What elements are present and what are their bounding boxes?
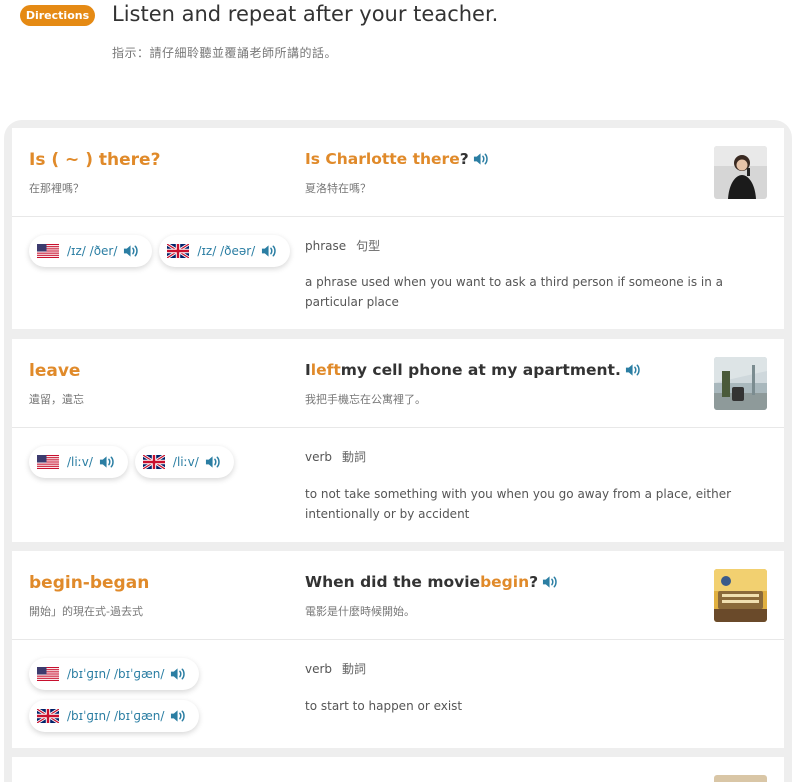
uk-pronunciation-button[interactable]: /bɪˈɡɪn/ /bɪˈɡæn/ xyxy=(29,700,200,732)
pos-chinese: 動詞 xyxy=(342,450,367,464)
sentence-text-end: my cell phone at my apartment. xyxy=(340,361,621,379)
us-flag-icon xyxy=(37,455,59,469)
sentence-text-end: ? xyxy=(459,150,469,168)
vocab-card: Is ( ~ ) there? 在那裡嗎？ Is Charlotte there… xyxy=(12,128,784,329)
pos-english: verb xyxy=(305,450,333,464)
vocab-word-translation: 遺留，遺忘 xyxy=(29,393,84,406)
vocab-word: begin-began xyxy=(29,573,150,593)
speaker-icon xyxy=(170,709,187,723)
vocab-word-translation: 在那裡嗎？ xyxy=(29,182,84,195)
part-of-speech: phrase 句型 xyxy=(305,237,380,254)
sentence-text-end: ? xyxy=(529,573,539,591)
uk-flag-icon xyxy=(143,455,165,469)
directions-title: Listen and repeat after your teacher. xyxy=(112,2,499,26)
example-image xyxy=(714,357,767,410)
us-pronunciation-button[interactable]: /ɪz/ /ðer/ xyxy=(29,235,153,267)
speaker-icon xyxy=(123,244,140,258)
us-pronunciation-button[interactable]: /bɪˈɡɪn/ /bɪˈɡæn/ xyxy=(29,658,200,690)
example-image xyxy=(714,775,767,782)
directions-subtitle: 指示：請仔細聆聽並覆誦老師所講的話。 xyxy=(112,46,338,60)
vocab-card: begin-began 開始」的現在式-過去式 When did the mov… xyxy=(12,551,784,748)
example-sentence: Is Charlotte there? xyxy=(305,150,490,168)
vocab-word-translation: 開始」的現在式-過去式 xyxy=(29,605,143,618)
us-flag-icon xyxy=(37,667,59,681)
uk-pronunciation: /ɪz/ /ðeər/ xyxy=(197,244,256,258)
sentence-text: When did the movie xyxy=(305,573,481,591)
sentence-translation: 電影是什麼時候開始。 xyxy=(305,605,415,618)
example-sentence: I left my cell phone at my apartment. xyxy=(305,361,642,379)
sentence-highlight: begin xyxy=(480,573,530,591)
speaker-icon xyxy=(261,244,278,258)
uk-flag-icon xyxy=(37,709,59,723)
speaker-icon[interactable] xyxy=(473,152,490,166)
us-pronunciation-button[interactable]: /liːv/ xyxy=(29,446,128,478)
vocab-word: leave xyxy=(29,361,81,381)
directions-header: Directions Listen and repeat after your … xyxy=(20,0,780,70)
uk-pronunciation-button[interactable]: /liːv/ xyxy=(134,446,234,478)
speaker-icon xyxy=(205,455,222,469)
sentence-highlight: left xyxy=(310,361,341,379)
directions-badge: Directions xyxy=(20,5,95,26)
pos-chinese: 句型 xyxy=(356,239,381,253)
us-pronunciation: /liːv/ xyxy=(67,455,93,469)
us-pronunciation: /ɪz/ /ðer/ xyxy=(67,244,118,258)
definition: to not take something with you when you … xyxy=(305,487,732,521)
vocab-card-partial xyxy=(12,757,784,782)
uk-pronunciation-button[interactable]: /ɪz/ /ðeər/ xyxy=(159,235,291,267)
sentence-translation: 我把手機忘在公寓裡了。 xyxy=(305,393,426,406)
uk-flag-icon xyxy=(167,244,189,258)
speaker-icon xyxy=(170,667,187,681)
us-pronunciation: /bɪˈɡɪn/ /bɪˈɡæn/ xyxy=(67,667,165,681)
speaker-icon[interactable] xyxy=(542,575,559,589)
sentence-translation: 夏洛特在嗎？ xyxy=(305,182,371,195)
example-sentence: When did the movie begin? xyxy=(305,573,559,591)
definition: to start to happen or exist xyxy=(305,699,463,713)
part-of-speech: verb 動詞 xyxy=(305,660,366,677)
example-image xyxy=(714,569,767,622)
pos-chinese: 動詞 xyxy=(342,662,367,676)
vocab-card: leave 遺留，遺忘 I left my cell phone at my a… xyxy=(12,339,784,542)
speaker-icon xyxy=(99,455,116,469)
pos-english: phrase xyxy=(305,239,347,253)
vocab-word: Is ( ~ ) there? xyxy=(29,150,161,170)
uk-pronunciation: /liːv/ xyxy=(172,455,199,469)
definition: a phrase used when you want to ask a thi… xyxy=(305,275,724,309)
sentence-text: Is Charlotte there xyxy=(305,150,460,168)
us-flag-icon xyxy=(37,244,59,258)
uk-pronunciation: /bɪˈɡɪn/ /bɪˈɡæn/ xyxy=(67,709,165,723)
example-image xyxy=(714,146,767,199)
speaker-icon[interactable] xyxy=(625,363,642,377)
part-of-speech: verb 動詞 xyxy=(305,448,366,465)
pos-english: verb xyxy=(305,662,333,676)
